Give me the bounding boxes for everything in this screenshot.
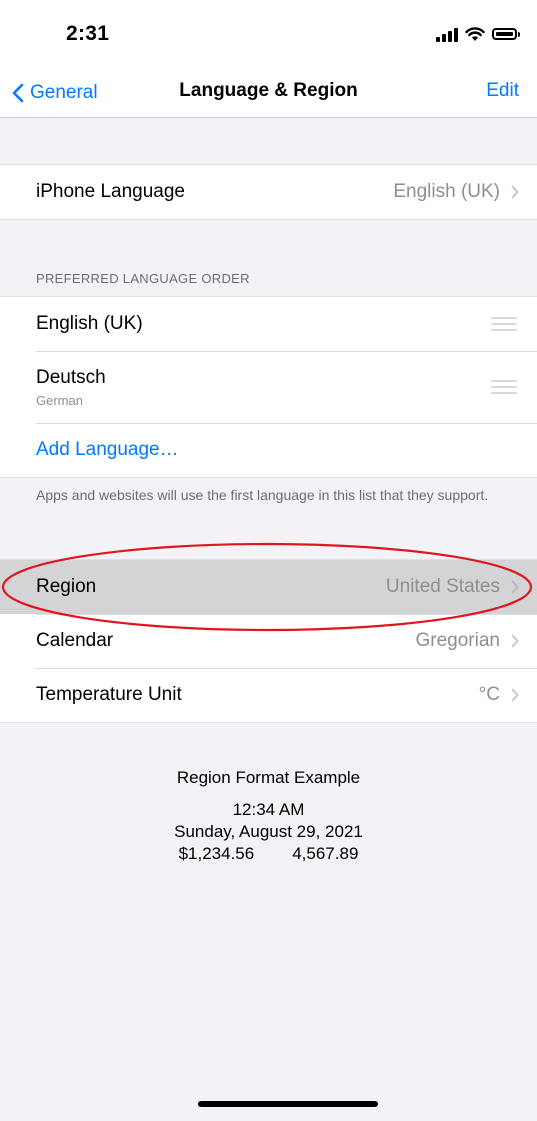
iphone-language-group: iPhone Language English (UK)	[0, 164, 537, 220]
status-icons	[436, 24, 520, 44]
format-example-title: Region Format Example	[176, 768, 361, 787]
iphone-language-row[interactable]: iPhone Language English (UK)	[0, 165, 537, 219]
temperature-unit-label: Temperature Unit	[36, 684, 182, 705]
signal-icon	[436, 26, 458, 42]
chevron-right-icon	[511, 185, 519, 199]
temperature-unit-row[interactable]: Temperature Unit °C	[0, 668, 537, 722]
format-example-time: 12:34 AM	[232, 800, 305, 819]
language-order-footnote: Apps and websites will use the first lan…	[36, 487, 489, 503]
add-language-row[interactable]: Add Language…	[0, 423, 537, 477]
edit-button[interactable]: Edit	[486, 80, 519, 102]
status-time: 2:31	[66, 22, 110, 45]
region-value: United States	[385, 576, 500, 597]
battery-icon	[492, 28, 520, 40]
region-settings-group: Region United States Calendar Gregorian …	[0, 559, 537, 723]
language-item-sublabel: German	[36, 392, 83, 408]
chevron-right-icon	[511, 688, 519, 702]
reorder-handle-icon[interactable]	[491, 380, 517, 394]
iphone-language-value: English (UK)	[393, 181, 500, 202]
region-format-example: Region Format Example 12:34 AM Sunday, A…	[0, 768, 537, 865]
reorder-handle-icon[interactable]	[491, 317, 517, 331]
wifi-icon	[465, 26, 485, 41]
chevron-right-icon	[511, 634, 519, 648]
language-item-english-uk[interactable]: English (UK)	[0, 297, 537, 351]
language-item-label: Deutsch	[36, 366, 106, 388]
calendar-label: Calendar	[36, 630, 114, 651]
iphone-language-label: iPhone Language	[36, 181, 185, 202]
format-example-number: 4,567.89	[292, 844, 359, 863]
region-label: Region	[36, 576, 97, 597]
navigation-bar: General Language & Region Edit	[0, 68, 537, 118]
preferred-language-header: PREFERRED LANGUAGE ORDER	[36, 271, 250, 286]
temperature-unit-value: °C	[478, 684, 500, 705]
region-row[interactable]: Region United States	[0, 560, 537, 614]
format-example-numbers: $1,234.56 4,567.89	[0, 843, 537, 865]
status-bar: 2:31	[0, 0, 537, 68]
calendar-value: Gregorian	[415, 630, 501, 651]
language-item-label: English (UK)	[36, 313, 143, 334]
chevron-right-icon	[511, 580, 519, 594]
home-indicator[interactable]	[198, 1101, 378, 1107]
preferred-language-group: English (UK) Deutsch German Add Language…	[0, 296, 537, 478]
format-example-currency: $1,234.56	[178, 844, 255, 863]
language-item-deutsch[interactable]: Deutsch German	[0, 351, 537, 423]
calendar-row[interactable]: Calendar Gregorian	[0, 614, 537, 668]
page-title: Language & Region	[179, 80, 358, 101]
format-example-date: Sunday, August 29, 2021	[174, 822, 363, 841]
add-language-link[interactable]: Add Language…	[36, 439, 179, 461]
